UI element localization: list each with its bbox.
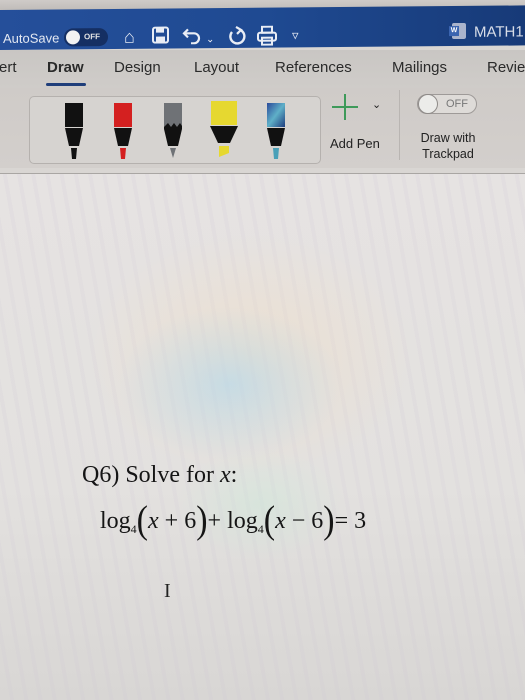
log-term-2: log: [227, 507, 258, 534]
tab-draw[interactable]: Draw: [47, 59, 84, 76]
log-term-1: log: [100, 507, 131, 534]
close-paren: ): [196, 499, 208, 542]
question-variable: x: [219, 462, 231, 488]
pen-gallery: [29, 96, 321, 164]
open-paren: (: [263, 499, 276, 542]
plus-sign: +: [207, 507, 228, 534]
autosave-label: AutoSave: [3, 30, 60, 46]
equation-rhs: = 3: [334, 507, 367, 534]
add-pen-label[interactable]: Add Pen: [330, 136, 380, 151]
redo-icon[interactable]: [228, 25, 246, 50]
autosave-toggle[interactable]: OFF: [64, 28, 108, 47]
arg2-variable: x: [275, 507, 286, 534]
arg1-variable: x: [148, 507, 159, 534]
home-icon[interactable]: ⌂: [124, 27, 135, 47]
title-bar: AutoSave OFF ⌂ ⌄ ▿ MATH1: [0, 5, 525, 50]
document-canvas[interactable]: [0, 174, 525, 700]
add-pen-dropdown-icon[interactable]: ⌄: [372, 98, 381, 111]
customize-toolbar-icon[interactable]: ▿: [292, 25, 299, 45]
pencil-icon[interactable]: [162, 101, 184, 161]
tab-mailings[interactable]: Mailings: [392, 59, 447, 76]
tab-references[interactable]: References: [275, 59, 352, 76]
question-heading: Q6) Solve for x:: [82, 462, 237, 489]
highlighter-icon[interactable]: [210, 101, 238, 161]
ribbon-separator: [399, 90, 400, 160]
add-pen-plus-icon[interactable]: [332, 94, 358, 120]
trackpad-toggle-state: OFF: [446, 98, 468, 110]
draw-with-trackpad-toggle[interactable]: OFF: [417, 94, 477, 114]
arg2-rest: − 6: [285, 507, 324, 534]
active-tab-indicator: [46, 83, 86, 86]
ribbon-tabs: ert Draw Design Layout References Mailin…: [0, 50, 525, 88]
tab-design[interactable]: Design: [114, 59, 161, 76]
galaxy-pen-icon[interactable]: [265, 101, 287, 161]
tab-insert[interactable]: ert: [0, 59, 17, 76]
tab-layout[interactable]: Layout: [194, 59, 239, 76]
word-doc-icon: [452, 22, 466, 40]
print-icon[interactable]: [257, 25, 277, 50]
black-pen-icon[interactable]: [63, 101, 85, 161]
text-cursor-icon: I: [164, 580, 171, 602]
toggle-knob: [418, 94, 438, 114]
draw-with-trackpad-label: Draw with Trackpad: [415, 130, 481, 162]
red-pen-icon[interactable]: [112, 101, 134, 161]
open-paren: (: [136, 499, 148, 542]
undo-dropdown-icon[interactable]: ⌄: [206, 30, 214, 50]
trackpad-label-line1: Draw with: [420, 131, 476, 145]
log-equation: log 4 ( x + 6 ) + log 4 ( x − 6 ) = 3: [100, 499, 367, 542]
question-prefix: Q6) Solve for: [82, 462, 220, 488]
toggle-knob: [66, 30, 80, 45]
undo-icon[interactable]: [182, 26, 202, 48]
autosave-state: OFF: [84, 32, 100, 42]
question-suffix: :: [230, 462, 238, 488]
save-icon[interactable]: [152, 26, 169, 48]
tab-review[interactable]: Revie: [487, 59, 525, 76]
arg1-rest: + 6: [158, 507, 197, 534]
close-paren: ): [323, 499, 335, 542]
trackpad-label-line2: Trackpad: [422, 147, 474, 161]
document-title: MATH1: [474, 23, 524, 41]
